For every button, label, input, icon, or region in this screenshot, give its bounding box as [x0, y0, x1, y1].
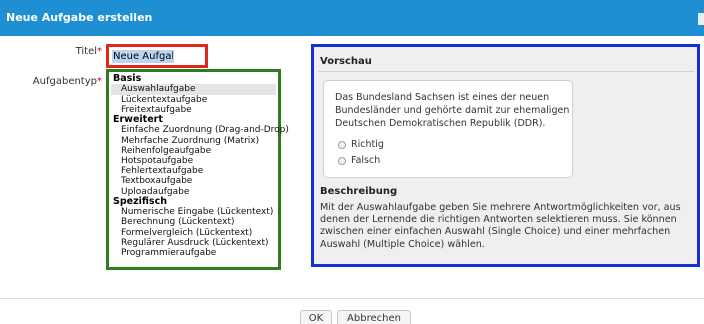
cancel-button[interactable]: Abbrechen	[337, 310, 411, 324]
list-item[interactable]: Numerische Eingabe (Lückentext)	[111, 207, 276, 217]
list-item[interactable]: Programmieraufgabe	[111, 248, 276, 258]
list-group-header: Erweitert	[113, 114, 163, 126]
title-label: Titel*	[75, 46, 102, 57]
footer-divider	[0, 298, 704, 299]
list-item[interactable]: Formelvergleich (Lückentext)	[111, 228, 276, 238]
list-item[interactable]: Auswahlaufgabe	[111, 84, 276, 95]
preview-option-falsch[interactable]: Falsch	[338, 155, 380, 166]
description-text: Mit der Auswahlaufgabe geben Sie mehrere…	[320, 202, 681, 250]
description-heading: Beschreibung	[320, 186, 398, 197]
list-item[interactable]: Regulärer Ausdruck (Lückentext)	[111, 238, 276, 248]
preview-question-box: Das Bundesland Sachsen ist eines der neu…	[323, 80, 573, 178]
task-type-list-highlight: Basis Auswahlaufgabe Lückentextaufgabe Frei…	[106, 69, 289, 270]
list-group-header: Basis	[113, 73, 142, 84]
list-item[interactable]: Einfache Zuordnung (Drag-and-Drop)	[111, 125, 289, 135]
list-item[interactable]: Textboxaufgabe	[111, 176, 276, 186]
list-item[interactable]: Reihenfolgeaufgabe	[111, 146, 276, 156]
title-input[interactable]	[112, 50, 174, 63]
title-field-highlight	[106, 44, 208, 68]
preview-question: Das Bundesland Sachsen ist eines der neu…	[335, 92, 570, 129]
preview-panel: Vorschau Das Bundesland Sachsen ist eine…	[311, 44, 700, 267]
dialog-header: Neue Aufgabe erstellen	[0, 0, 704, 36]
list-item[interactable]: Fehlertextaufgabe	[111, 166, 276, 176]
ok-button[interactable]: OK	[300, 310, 332, 324]
list-item[interactable]: Berechnung (Lückentext)	[111, 217, 276, 227]
preview-option-richtig[interactable]: Richtig	[338, 139, 384, 150]
preview-heading: Vorschau	[320, 56, 372, 67]
dialog-title: Neue Aufgabe erstellen	[6, 11, 153, 24]
radio-icon[interactable]	[338, 156, 346, 165]
list-item[interactable]: Mehrfache Zuordnung (Matrix)	[111, 136, 276, 146]
preview-divider	[318, 71, 694, 72]
task-type-label: Aufgabentyp*	[32, 76, 102, 87]
close-icon[interactable]	[698, 13, 704, 25]
list-item[interactable]: Hotspotaufgabe	[111, 156, 276, 166]
list-group-header: Spezifisch	[113, 195, 167, 207]
task-type-list[interactable]: Basis Auswahlaufgabe Lückentextaufgabe Frei…	[111, 73, 289, 258]
radio-icon[interactable]	[338, 140, 346, 149]
list-item[interactable]: Lückentextaufgabe	[111, 95, 276, 105]
